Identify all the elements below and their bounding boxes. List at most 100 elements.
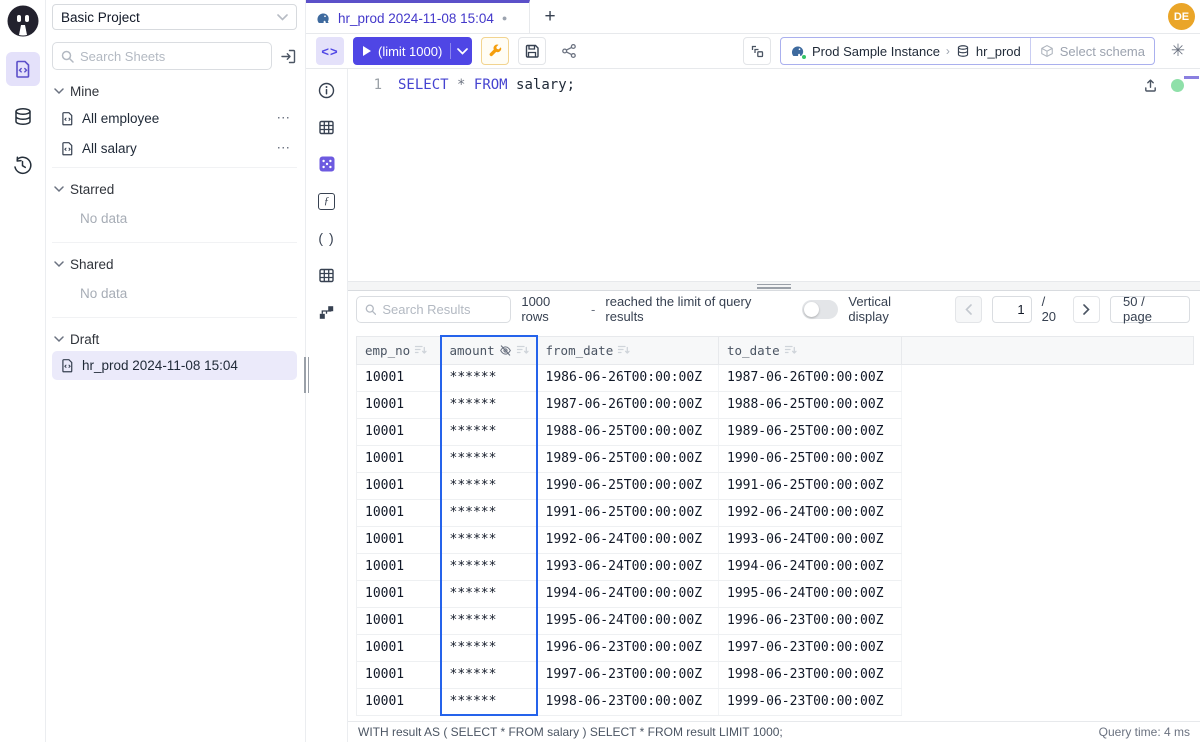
project-selector[interactable]: Basic Project (52, 4, 297, 30)
table-cell[interactable]: 1997-06-23T00:00:00Z (537, 661, 719, 688)
next-page-button[interactable] (1073, 296, 1100, 323)
sql-editor[interactable]: 1 SELECT * FROM salary; (348, 69, 1200, 281)
data-masking-icon[interactable] (314, 151, 340, 177)
table-cell[interactable]: 10001 (357, 688, 441, 715)
table-cell[interactable]: ****** (441, 553, 537, 580)
table-cell[interactable]: ****** (441, 418, 537, 445)
save-sheet-button[interactable] (518, 37, 546, 65)
table-cell[interactable]: 1997-06-23T00:00:00Z (719, 634, 902, 661)
table-cell[interactable]: 1988-06-25T00:00:00Z (719, 391, 902, 418)
table-cell[interactable]: 10001 (357, 499, 441, 526)
user-avatar[interactable]: DE (1168, 3, 1195, 30)
table-cell[interactable]: 10001 (357, 418, 441, 445)
table-cell[interactable]: 1987-06-26T00:00:00Z (719, 364, 902, 391)
table-panel-icon[interactable] (314, 114, 340, 140)
table-cell[interactable]: 1992-06-24T00:00:00Z (719, 499, 902, 526)
chevron-down-icon[interactable] (457, 48, 468, 55)
table-cell[interactable]: 1990-06-25T00:00:00Z (719, 445, 902, 472)
table-cell[interactable]: ****** (441, 391, 537, 418)
table-cell[interactable]: 10001 (357, 445, 441, 472)
column-header-amount[interactable]: amount (441, 336, 537, 364)
connection-selector[interactable]: Prod Sample Instance › hr_prod (781, 38, 1030, 64)
sort-icon[interactable] (516, 344, 529, 356)
page-number-input[interactable] (992, 296, 1032, 323)
table-cell[interactable]: 1996-06-23T00:00:00Z (719, 607, 902, 634)
column-header-emp-no[interactable]: emp_no (357, 336, 441, 364)
sheet-search-input[interactable] (80, 49, 263, 64)
table-cell[interactable]: ****** (441, 499, 537, 526)
sort-icon[interactable] (414, 344, 427, 356)
section-header-starred[interactable]: Starred (52, 178, 297, 201)
table-cell[interactable]: ****** (441, 445, 537, 472)
more-icon[interactable]: ⋯ (277, 140, 292, 156)
table-cell[interactable]: 10001 (357, 472, 441, 499)
info-icon[interactable] (314, 77, 340, 103)
schema-diagram-icon[interactable] (314, 299, 340, 325)
panel-splitter[interactable] (348, 281, 1200, 291)
code-mode-icon[interactable]: <> (316, 37, 344, 65)
table-cell[interactable]: 10001 (357, 526, 441, 553)
sort-icon[interactable] (617, 344, 630, 356)
page-size-select[interactable]: 50 / page (1110, 296, 1190, 323)
table-cell[interactable]: 10001 (357, 661, 441, 688)
table-cell[interactable]: 1999-06-23T00:00:00Z (719, 688, 902, 715)
schema-selector[interactable]: Select schema (1030, 38, 1154, 64)
table-cell[interactable]: 10001 (357, 580, 441, 607)
ai-assistant-icon[interactable]: ✳ (1164, 37, 1192, 65)
import-sheet-icon[interactable] (280, 48, 297, 65)
nav-history-icon[interactable] (6, 148, 40, 182)
sort-icon[interactable] (784, 344, 797, 356)
table-cell[interactable]: ****** (441, 607, 537, 634)
more-icon[interactable]: ⋯ (277, 110, 292, 126)
table-cell[interactable]: 1990-06-25T00:00:00Z (537, 472, 719, 499)
nav-worksheet-icon[interactable] (6, 52, 40, 86)
sheet-item-all-salary[interactable]: All salary ⋯ (52, 133, 297, 163)
table-cell[interactable]: 1995-06-24T00:00:00Z (719, 580, 902, 607)
sheet-item-all-employee[interactable]: All employee ⋯ (52, 103, 297, 133)
table-cell[interactable]: 1988-06-25T00:00:00Z (537, 418, 719, 445)
table-cell[interactable]: 1994-06-24T00:00:00Z (537, 580, 719, 607)
batch-query-button[interactable] (743, 37, 771, 65)
table-cell[interactable]: 1987-06-26T00:00:00Z (537, 391, 719, 418)
table-cell[interactable]: ****** (441, 634, 537, 661)
run-query-button[interactable]: (limit 1000) (353, 37, 472, 65)
table-cell[interactable]: 1989-06-25T00:00:00Z (537, 445, 719, 472)
column-header-to-date[interactable]: to_date (719, 336, 902, 364)
upload-sql-icon[interactable] (1143, 78, 1158, 93)
table-cell[interactable]: ****** (441, 580, 537, 607)
sheet-item-draft-hr-prod[interactable]: hr_prod 2024-11-08 15:04 (52, 351, 297, 380)
bytebase-logo[interactable] (6, 4, 40, 38)
function-panel-icon[interactable]: ƒ (314, 188, 340, 214)
table-cell[interactable]: 1989-06-25T00:00:00Z (719, 418, 902, 445)
table-cell[interactable]: 1991-06-25T00:00:00Z (719, 472, 902, 499)
prev-page-button[interactable] (955, 296, 982, 323)
table-cell[interactable]: 1998-06-23T00:00:00Z (719, 661, 902, 688)
table-cell[interactable]: 1993-06-24T00:00:00Z (719, 526, 902, 553)
table-cell[interactable]: ****** (441, 364, 537, 391)
table-cell[interactable]: 1986-06-26T00:00:00Z (537, 364, 719, 391)
table-cell[interactable]: ****** (441, 526, 537, 553)
tab-hr-prod[interactable]: hr_prod 2024-11-08 15:04 ● (306, 0, 530, 33)
grid-panel-icon[interactable] (314, 262, 340, 288)
table-cell[interactable]: ****** (441, 661, 537, 688)
table-cell[interactable]: 10001 (357, 364, 441, 391)
table-cell[interactable]: ****** (441, 472, 537, 499)
new-tab-button[interactable]: + (530, 0, 570, 33)
results-search-input[interactable] (382, 302, 502, 317)
table-cell[interactable]: 1995-06-24T00:00:00Z (537, 607, 719, 634)
sidebar-resize-handle[interactable] (304, 357, 310, 393)
section-header-draft[interactable]: Draft (52, 328, 297, 351)
table-cell[interactable]: 1991-06-25T00:00:00Z (537, 499, 719, 526)
vertical-display-toggle[interactable] (802, 300, 838, 319)
column-header-from-date[interactable]: from_date (537, 336, 719, 364)
share-sheet-button[interactable] (555, 37, 583, 65)
table-cell[interactable]: 1992-06-24T00:00:00Z (537, 526, 719, 553)
format-sql-button[interactable] (481, 37, 509, 65)
table-cell[interactable]: 10001 (357, 634, 441, 661)
table-cell[interactable]: 1996-06-23T00:00:00Z (537, 634, 719, 661)
table-cell[interactable]: 1998-06-23T00:00:00Z (537, 688, 719, 715)
table-cell[interactable]: 1994-06-24T00:00:00Z (719, 553, 902, 580)
section-header-shared[interactable]: Shared (52, 253, 297, 276)
table-cell[interactable]: ****** (441, 688, 537, 715)
nav-database-icon[interactable] (6, 100, 40, 134)
